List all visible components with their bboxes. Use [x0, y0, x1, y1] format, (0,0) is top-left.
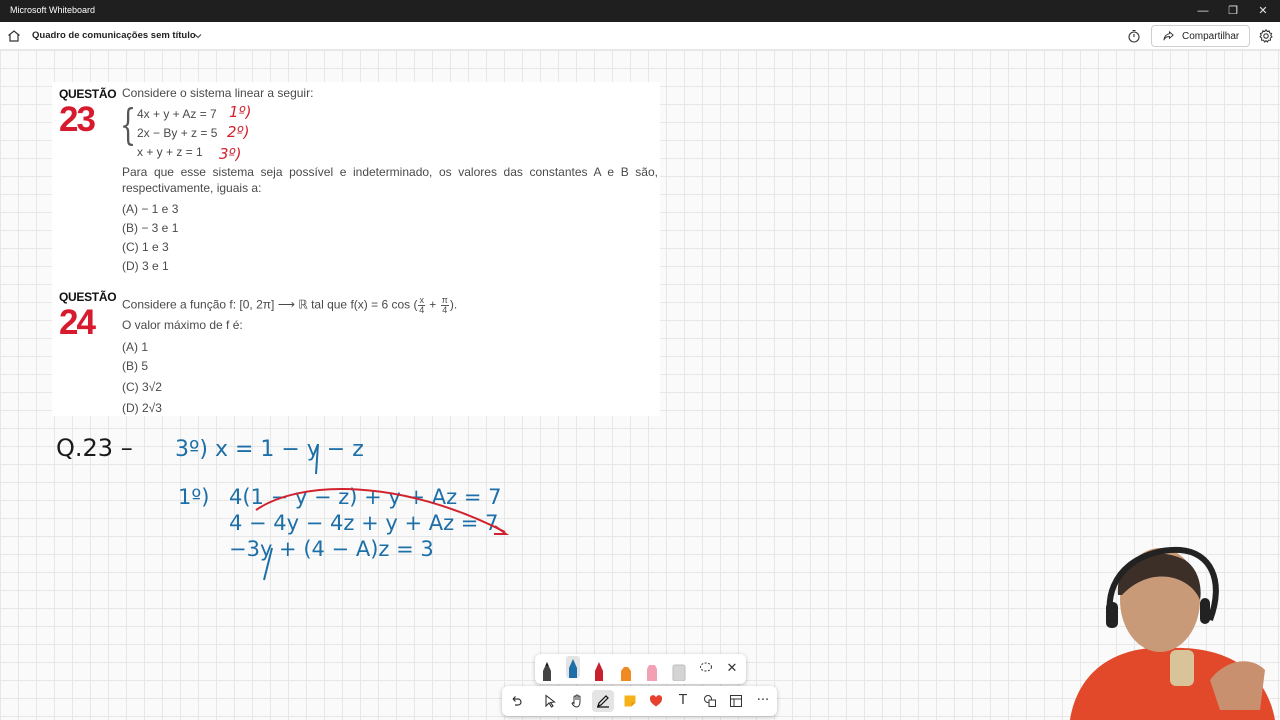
q24-statement: Considere a função f: [0, 2π] ⟶ ℝ tal qu…: [122, 296, 457, 315]
templates-tool[interactable]: [725, 690, 747, 712]
q23-equation-2: 2x − By + z = 5: [137, 126, 218, 140]
q23-number: 23: [59, 100, 96, 139]
shapes-icon: [704, 695, 716, 707]
blue-pen-icon[interactable]: [566, 656, 580, 678]
frac2-den: 4: [442, 305, 448, 315]
webcam-overlay: [1070, 546, 1275, 720]
minimize-button[interactable]: —: [1186, 0, 1220, 22]
templates-icon: [730, 695, 742, 707]
pan-hand-icon: [571, 694, 581, 708]
system-brace: {: [120, 100, 137, 149]
sticky-note-icon: [624, 695, 636, 707]
frac1-den: 4: [419, 305, 425, 315]
q23-equation-3: x + y + z = 1: [137, 145, 203, 159]
restore-button[interactable]: ❐: [1216, 0, 1250, 22]
select-tool[interactable]: [539, 690, 561, 712]
q24-option-b: (B) 5: [122, 359, 149, 373]
heart-reaction-icon: [649, 695, 663, 707]
sticky-note-tool[interactable]: [619, 690, 641, 712]
headset-ear-left: [1106, 602, 1118, 628]
microphone-icon: [1170, 650, 1194, 686]
undo-button[interactable]: [505, 690, 527, 712]
text-icon: T: [679, 693, 687, 708]
share-label: Compartilhar: [1182, 31, 1240, 42]
share-icon: [1163, 30, 1174, 41]
q23-option-c: (C) 1 e 3: [122, 240, 169, 254]
more-icon: ···: [756, 693, 770, 708]
undo-icon: [512, 696, 522, 706]
text-tool[interactable]: T: [672, 690, 694, 712]
lasso-select-icon[interactable]: [699, 661, 713, 675]
orange-highlighter-icon[interactable]: [619, 659, 633, 681]
q23-option-a: (A) − 1 e 3: [122, 202, 179, 216]
pen-icon: [597, 695, 609, 708]
q24-statement-pre: Considere a função f: [0, 2π] ⟶ ℝ tal qu…: [122, 297, 418, 312]
q23-label: QUESTÃO: [59, 87, 117, 101]
pen-tool[interactable]: [592, 690, 614, 712]
q23-intro: Considere o sistema linear a seguir:: [122, 86, 314, 100]
home-icon[interactable]: [6, 28, 22, 44]
reactions-tool[interactable]: [645, 690, 667, 712]
fraction-pi-over-4: π4: [440, 296, 449, 315]
timer-icon[interactable]: [1126, 28, 1142, 44]
window-title-bar: Microsoft Whiteboard — ❐ ✕: [0, 0, 1280, 22]
q23-equation-1: 4x + y + Az = 7: [137, 107, 217, 121]
q23-prompt: Para que esse sistema seja possível e in…: [122, 165, 658, 195]
red-pen-icon[interactable]: [592, 659, 606, 681]
more-tools-button[interactable]: ···: [752, 690, 774, 712]
q24-option-a: (A) 1: [122, 340, 149, 354]
q23-option-b: (B) − 3 e 1: [122, 221, 179, 235]
shapes-tool[interactable]: [699, 690, 721, 712]
app-header: Quadro de comunicações sem título Compar…: [0, 22, 1280, 50]
settings-gear-icon[interactable]: [1258, 28, 1274, 44]
q24-question: O valor máximo de f é:: [122, 318, 243, 332]
pan-tool[interactable]: [566, 690, 588, 712]
q23-option-d: (D) 3 e 1: [122, 259, 169, 273]
question-image[interactable]: QUESTÃO 23 Considere o sistema linear a …: [52, 82, 660, 416]
q24-option-d: (D) 2√3: [122, 401, 162, 415]
q24-statement-post: ).: [449, 297, 458, 312]
app-title: Microsoft Whiteboard: [10, 5, 96, 15]
q24-plus: +: [425, 297, 440, 312]
q24-label: QUESTÃO: [59, 290, 117, 304]
headset-ear-right: [1200, 598, 1210, 624]
pink-highlighter-icon[interactable]: [645, 659, 659, 681]
main-toolbar: T ···: [502, 686, 777, 716]
close-palette-icon[interactable]: ✕: [725, 660, 739, 676]
chevron-down-icon[interactable]: [192, 30, 204, 42]
pen-palette: ✕: [535, 654, 746, 684]
eraser-icon[interactable]: [672, 659, 686, 681]
q24-number: 24: [59, 303, 96, 342]
close-window-button[interactable]: ✕: [1246, 0, 1280, 22]
board-title[interactable]: Quadro de comunicações sem título: [32, 30, 196, 41]
q24-option-c: (C) 3√2: [122, 380, 162, 394]
fraction-x-over-4: x4: [418, 296, 425, 315]
black-pen-icon[interactable]: [540, 659, 554, 681]
select-arrow-icon: [545, 694, 556, 708]
share-button[interactable]: Compartilhar: [1151, 25, 1250, 47]
